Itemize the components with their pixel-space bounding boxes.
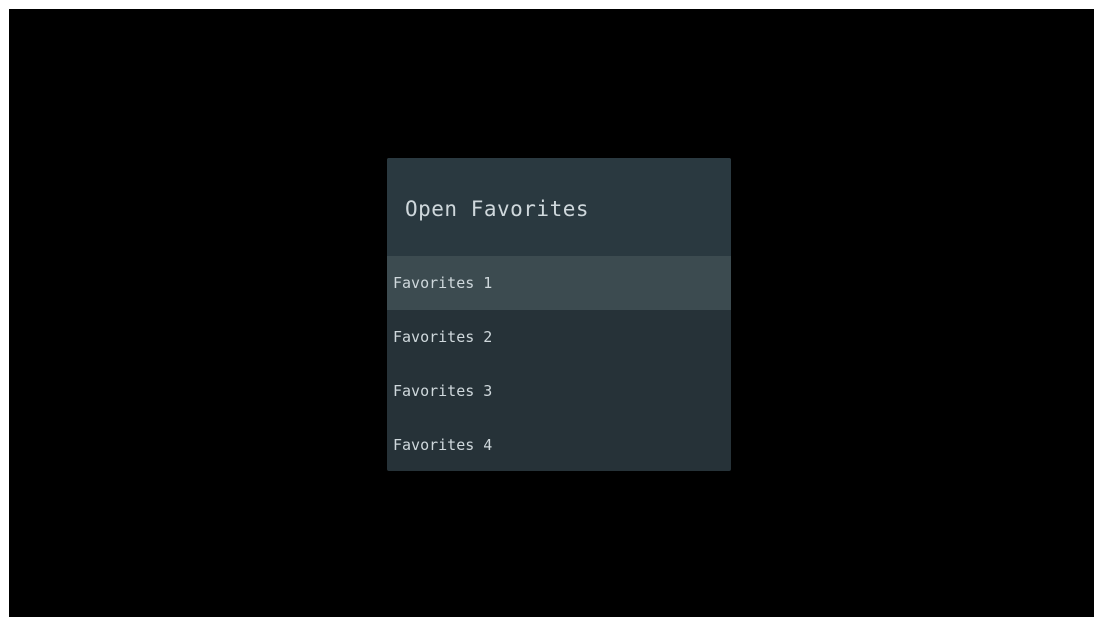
list-item-favorites-4[interactable]: Favorites 4	[387, 418, 731, 471]
list-item-favorites-3[interactable]: Favorites 3	[387, 364, 731, 418]
open-favorites-dialog: Open Favorites Favorites 1 Favorites 2 F…	[387, 158, 731, 471]
screen-background: Open Favorites Favorites 1 Favorites 2 F…	[9, 9, 1094, 617]
dialog-title: Open Favorites	[387, 158, 731, 256]
list-item-favorites-1[interactable]: Favorites 1	[387, 256, 731, 310]
list-item-favorites-2[interactable]: Favorites 2	[387, 310, 731, 364]
favorites-list: Favorites 1 Favorites 2 Favorites 3 Favo…	[387, 256, 731, 471]
